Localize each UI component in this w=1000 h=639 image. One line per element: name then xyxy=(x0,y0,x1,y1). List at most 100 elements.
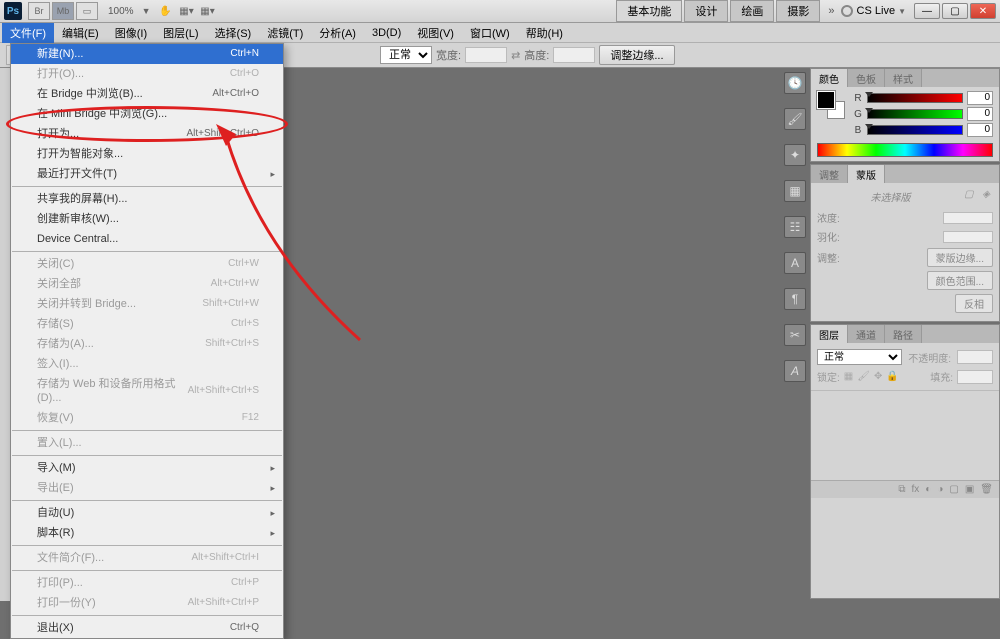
workspace-tab-paint[interactable]: 绘画 xyxy=(730,0,774,22)
char-panel-icon[interactable]: A xyxy=(784,252,806,274)
text-panel-icon[interactable]: A xyxy=(784,360,806,382)
layer-mask-icon[interactable]: ◐ xyxy=(925,484,931,495)
b-value[interactable]: 0 xyxy=(967,123,993,137)
invert-button[interactable]: 反相 xyxy=(955,294,993,313)
layer-fx-icon[interactable]: fx xyxy=(912,484,920,495)
menu-3d[interactable]: 3D(D) xyxy=(364,25,409,41)
g-value[interactable]: 0 xyxy=(967,107,993,121)
menu-file[interactable]: 文件(F) xyxy=(2,23,54,43)
menu-item[interactable]: 创建新审核(W)... xyxy=(11,209,283,229)
menu-item[interactable]: 最近打开文件(T) xyxy=(11,164,283,184)
lock-trans-icon[interactable]: ▦ xyxy=(844,371,853,382)
height-input[interactable] xyxy=(553,47,595,63)
fill-input[interactable] xyxy=(957,370,993,384)
menu-item[interactable]: 打开为智能对象... xyxy=(11,144,283,164)
window-maximize[interactable]: ▢ xyxy=(942,3,968,19)
minibridge-button[interactable]: Mb xyxy=(52,2,74,20)
g-slider[interactable] xyxy=(867,109,963,119)
workspace-tab-basic[interactable]: 基本功能 xyxy=(616,0,682,22)
r-slider[interactable] xyxy=(867,93,963,103)
menu-item[interactable]: 导入(M) xyxy=(11,458,283,478)
extras-icon[interactable]: ▦▾ xyxy=(199,3,217,19)
delete-layer-icon[interactable]: 🗑 xyxy=(980,484,993,495)
window-minimize[interactable]: — xyxy=(914,3,940,19)
mode-select[interactable]: 正常 xyxy=(380,46,432,64)
link-layers-icon[interactable]: ⧉ xyxy=(898,484,905,495)
nav-panel-icon[interactable]: ☷ xyxy=(784,216,806,238)
mask-edge-button[interactable]: 蒙版边缘... xyxy=(927,248,993,267)
menu-edit[interactable]: 编辑(E) xyxy=(54,23,107,43)
lock-all-icon[interactable]: 🔒 xyxy=(886,371,898,382)
width-input[interactable] xyxy=(465,47,507,63)
window-close[interactable]: ✕ xyxy=(970,3,996,19)
screen-mode-button[interactable]: ▭ xyxy=(76,2,98,20)
color-swatches[interactable] xyxy=(817,91,845,119)
clone-panel-icon[interactable]: ✦ xyxy=(784,144,806,166)
tab-paths[interactable]: 路径 xyxy=(885,325,922,343)
hand-tool-icon[interactable]: ✋ xyxy=(157,3,175,19)
menu-item[interactable]: Device Central... xyxy=(11,229,283,249)
tab-swatches[interactable]: 色板 xyxy=(848,69,885,87)
b-slider[interactable] xyxy=(867,125,963,135)
workspace-more-icon[interactable]: » xyxy=(828,5,834,17)
tab-styles[interactable]: 样式 xyxy=(885,69,922,87)
menu-item[interactable]: 共享我的屏幕(H)... xyxy=(11,189,283,209)
new-group-icon[interactable]: ▢ xyxy=(949,484,958,495)
hue-bar[interactable] xyxy=(817,143,993,157)
menu-item[interactable]: 打开为...Alt+Shift+Ctrl+O xyxy=(11,124,283,144)
menu-item[interactable]: 在 Mini Bridge 中浏览(G)... xyxy=(11,104,283,124)
menu-view[interactable]: 视图(V) xyxy=(409,23,462,43)
menu-item-label: 脚本(R) xyxy=(37,526,74,540)
menu-item: 恢复(V)F12 xyxy=(11,408,283,428)
menu-image[interactable]: 图像(I) xyxy=(107,23,155,43)
menu-item-label: 文件简介(F)... xyxy=(37,551,104,565)
lock-paint-icon[interactable]: 🖌 xyxy=(857,371,870,382)
menu-layer[interactable]: 图层(L) xyxy=(155,23,206,43)
feather-slider[interactable] xyxy=(943,231,993,243)
workspace-tab-design[interactable]: 设计 xyxy=(684,0,728,22)
history-panel-icon[interactable]: 🕓 xyxy=(784,72,806,94)
refine-edge-button[interactable]: 调整边缘... xyxy=(599,45,674,65)
color-range-button[interactable]: 颜色范围... xyxy=(927,271,993,290)
menu-analysis[interactable]: 分析(A) xyxy=(311,23,364,43)
menu-help[interactable]: 帮助(H) xyxy=(518,23,571,43)
menu-item-shortcut: Ctrl+O xyxy=(230,67,259,81)
menu-window[interactable]: 窗口(W) xyxy=(462,23,518,43)
tab-mask[interactable]: 蒙版 xyxy=(848,165,885,183)
menu-item[interactable]: 自动(U) xyxy=(11,503,283,523)
menu-select[interactable]: 选择(S) xyxy=(207,23,260,43)
tab-channels[interactable]: 通道 xyxy=(848,325,885,343)
menu-item-shortcut: F12 xyxy=(242,411,259,425)
app-logo: Ps xyxy=(4,2,22,20)
swap-icon[interactable]: ⇄ xyxy=(511,49,520,62)
menu-item[interactable]: 新建(N)...Ctrl+N xyxy=(11,44,283,64)
menu-item-label: 打印(P)... xyxy=(37,576,83,590)
new-layer-icon[interactable]: ▣ xyxy=(965,484,974,495)
menu-item[interactable]: 脚本(R) xyxy=(11,523,283,543)
mask-type-icons[interactable]: ▢ ◈ xyxy=(964,189,993,200)
menu-item[interactable]: 在 Bridge 中浏览(B)...Alt+Ctrl+O xyxy=(11,84,283,104)
arrange-icon[interactable]: ▦▾ xyxy=(178,3,196,19)
bridge-button[interactable]: Br xyxy=(28,2,50,20)
tools-panel-icon[interactable]: ✂ xyxy=(784,324,806,346)
tab-color[interactable]: 颜色 xyxy=(811,69,848,87)
r-value[interactable]: 0 xyxy=(967,91,993,105)
brush-panel-icon[interactable]: 🖌 xyxy=(784,108,806,130)
density-slider[interactable] xyxy=(943,212,993,224)
tab-layers[interactable]: 图层 xyxy=(811,325,848,343)
para-panel-icon[interactable]: ¶ xyxy=(784,288,806,310)
menu-item-label: 在 Bridge 中浏览(B)... xyxy=(37,87,143,101)
opacity-input[interactable] xyxy=(957,350,993,364)
zoom-level[interactable]: 100% xyxy=(108,6,134,17)
cslive-icon xyxy=(841,5,853,17)
menu-filter[interactable]: 滤镜(T) xyxy=(259,23,311,43)
new-adj-icon[interactable]: ◑ xyxy=(937,484,943,495)
swatch-panel-icon[interactable]: ▦ xyxy=(784,180,806,202)
menu-item[interactable]: 退出(X)Ctrl+Q xyxy=(11,618,283,638)
cslive-button[interactable]: CS Live ▼ xyxy=(841,5,906,17)
lock-move-icon[interactable]: ✥ xyxy=(874,371,882,382)
workspace-tab-photo[interactable]: 摄影 xyxy=(776,0,820,22)
blend-mode-select[interactable]: 正常 xyxy=(817,349,902,365)
tab-adjust[interactable]: 调整 xyxy=(811,165,848,183)
foreground-color[interactable] xyxy=(817,91,835,109)
